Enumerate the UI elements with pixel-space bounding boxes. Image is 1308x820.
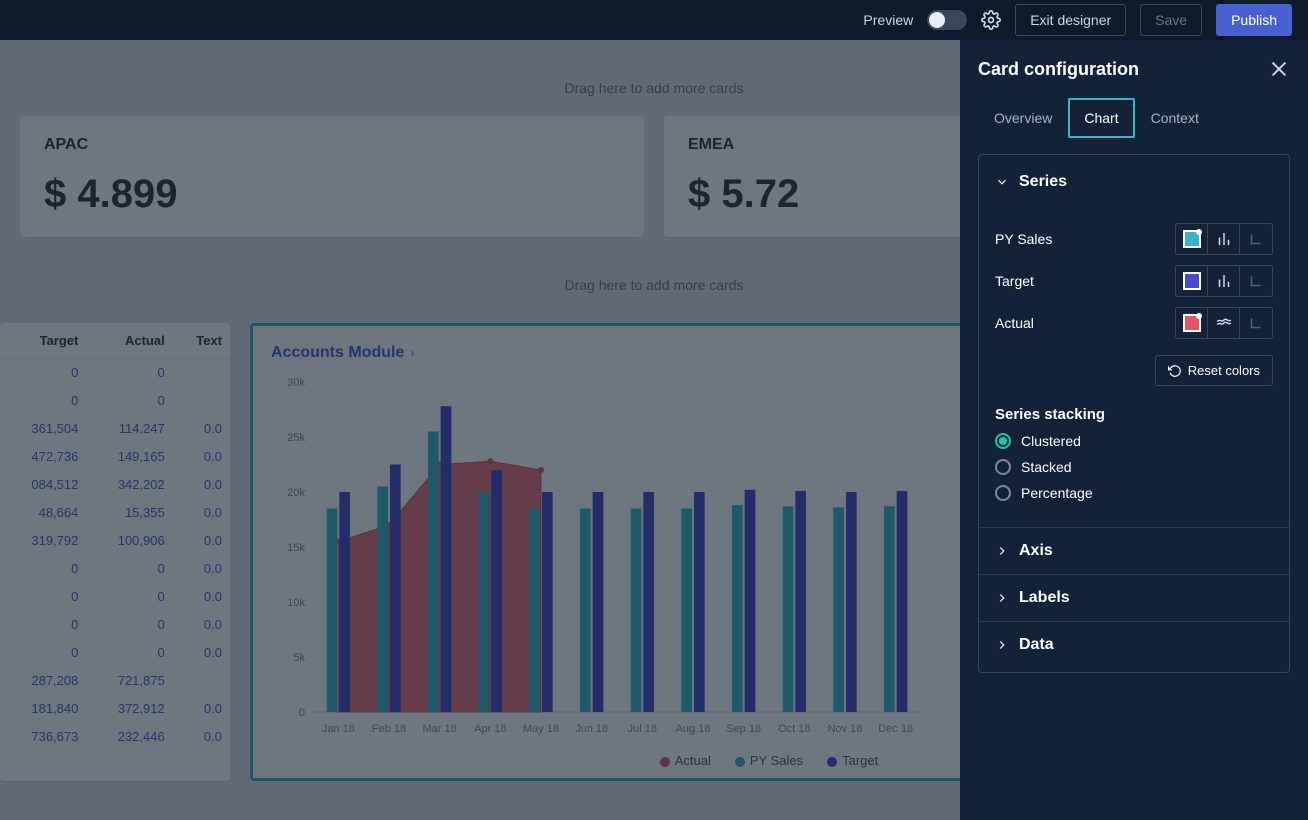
axis-side-icon[interactable] [1240,308,1272,338]
chevron-right-icon [995,544,1009,558]
svg-text:Sep 18: Sep 18 [726,723,761,735]
svg-text:Dec 18: Dec 18 [878,723,913,735]
accordion-axis: Axis [979,528,1289,575]
accordion-header-series[interactable]: Series [979,159,1289,205]
config-title: Card configuration [978,59,1139,80]
radio-icon [995,485,1011,501]
table-row[interactable]: 084,512342,2020.0 [0,471,230,499]
series-label: Target [995,273,1034,289]
kpi-card-apac[interactable]: APAC $ 4.899 [20,116,644,237]
axis-side-icon[interactable] [1240,266,1272,296]
table-row[interactable]: 361,504114,2470.0 [0,415,230,443]
color-swatch[interactable] [1176,224,1208,254]
legend-dot-icon [735,757,745,767]
table-row[interactable]: 00 [0,359,230,387]
area-chart-icon[interactable] [1208,308,1240,338]
exit-designer-button[interactable]: Exit designer [1015,4,1126,36]
table-row[interactable]: 181,840372,9120.0 [0,695,230,723]
legend-item[interactable]: Actual [660,753,711,768]
accordion-labels: Labels [979,575,1289,622]
table-row[interactable]: 48,66415,3550.0 [0,499,230,527]
table-row[interactable]: 000.0 [0,555,230,583]
svg-text:5k: 5k [293,652,305,664]
tab-chart[interactable]: Chart [1068,98,1134,138]
table-row[interactable]: 472,736149,1650.0 [0,443,230,471]
svg-text:30k: 30k [287,377,305,389]
svg-text:15k: 15k [287,542,305,554]
radio-icon [995,433,1011,449]
top-bar: Preview Exit designer Save Publish [0,0,1308,40]
legend-dot-icon [827,757,837,767]
color-swatch[interactable] [1176,308,1208,338]
config-tabs: Overview Chart Context [978,98,1290,138]
svg-text:Jan 18: Jan 18 [322,723,355,735]
series-config-row: PY Sales [995,223,1273,255]
legend-dot-icon [660,757,670,767]
table-row[interactable]: 000.0 [0,611,230,639]
svg-text:25k: 25k [287,432,305,444]
accordion-header-axis[interactable]: Axis [979,528,1289,574]
kpi-title: APAC [44,136,620,154]
radio-icon [995,459,1011,475]
table-row[interactable]: 000.0 [0,639,230,667]
series-config-row: Actual [995,307,1273,339]
chevron-right-icon [995,591,1009,605]
preview-toggle[interactable] [927,10,967,30]
table-header: Text [173,323,230,359]
axis-side-icon[interactable] [1240,224,1272,254]
svg-text:Oct 18: Oct 18 [778,723,810,735]
table-header: Target [0,323,86,359]
stacking-option[interactable]: Percentage [995,485,1273,501]
series-label: Actual [995,315,1034,331]
series-label: PY Sales [995,231,1052,247]
bar-chart-icon[interactable] [1208,224,1240,254]
svg-text:Jun 18: Jun 18 [575,723,608,735]
svg-text:10k: 10k [287,597,305,609]
bar-chart-icon[interactable] [1208,266,1240,296]
series-config-row: Target [995,265,1273,297]
svg-text:Apr 18: Apr 18 [474,723,506,735]
svg-text:20k: 20k [287,487,305,499]
close-icon[interactable] [1268,58,1290,80]
chevron-right-icon [995,638,1009,652]
kpi-value: $ 4.899 [44,172,620,217]
svg-text:Aug 18: Aug 18 [676,723,711,735]
chart-plot: 0 5k 10k 15k 20k 25k 30k Jan 18 Feb 18 Mar 18 Apr … [271,372,931,742]
svg-text:Jul 18: Jul 18 [628,723,657,735]
color-swatch[interactable] [1176,266,1208,296]
series-stacking-title: Series stacking [995,406,1273,423]
card-configuration-panel: Card configuration Overview Chart Contex… [960,40,1308,820]
legend-item[interactable]: Target [827,753,878,768]
accordion-header-data[interactable]: Data [979,622,1289,668]
tab-overview[interactable]: Overview [978,98,1068,138]
chevron-down-icon [995,175,1009,189]
stacking-option[interactable]: Clustered [995,433,1273,449]
table-row[interactable]: 000.0 [0,583,230,611]
svg-text:Feb 18: Feb 18 [372,723,406,735]
svg-text:Nov 18: Nov 18 [828,723,863,735]
accordion-data: Data [979,622,1289,668]
svg-text:May 18: May 18 [523,723,559,735]
table-row[interactable]: 319,792100,9060.0 [0,527,230,555]
publish-button[interactable]: Publish [1216,4,1292,36]
accordion-series: Series PY Sales Target Actual Reset colors… [979,159,1289,528]
accordion-header-labels[interactable]: Labels [979,575,1289,621]
save-button[interactable]: Save [1140,4,1202,36]
gear-icon[interactable] [981,10,1001,30]
table-row[interactable]: 736,673232,4460.0 [0,723,230,751]
reset-colors-button[interactable]: Reset colors [1155,355,1273,386]
svg-text:Mar 18: Mar 18 [423,723,457,735]
tab-context[interactable]: Context [1135,98,1215,138]
data-table: TargetActualText 0000361,504114,2470.047… [0,323,230,751]
table-row[interactable]: 00 [0,387,230,415]
chevron-right-icon: › [410,346,414,360]
table-header: Actual [86,323,172,359]
svg-text:0: 0 [299,707,305,719]
data-table-card[interactable]: TargetActualText 0000361,504114,2470.047… [0,323,230,781]
table-row[interactable]: 287,208721,875 [0,667,230,695]
preview-label: Preview [863,12,913,28]
stacking-option[interactable]: Stacked [995,459,1273,475]
legend-item[interactable]: PY Sales [735,753,803,768]
